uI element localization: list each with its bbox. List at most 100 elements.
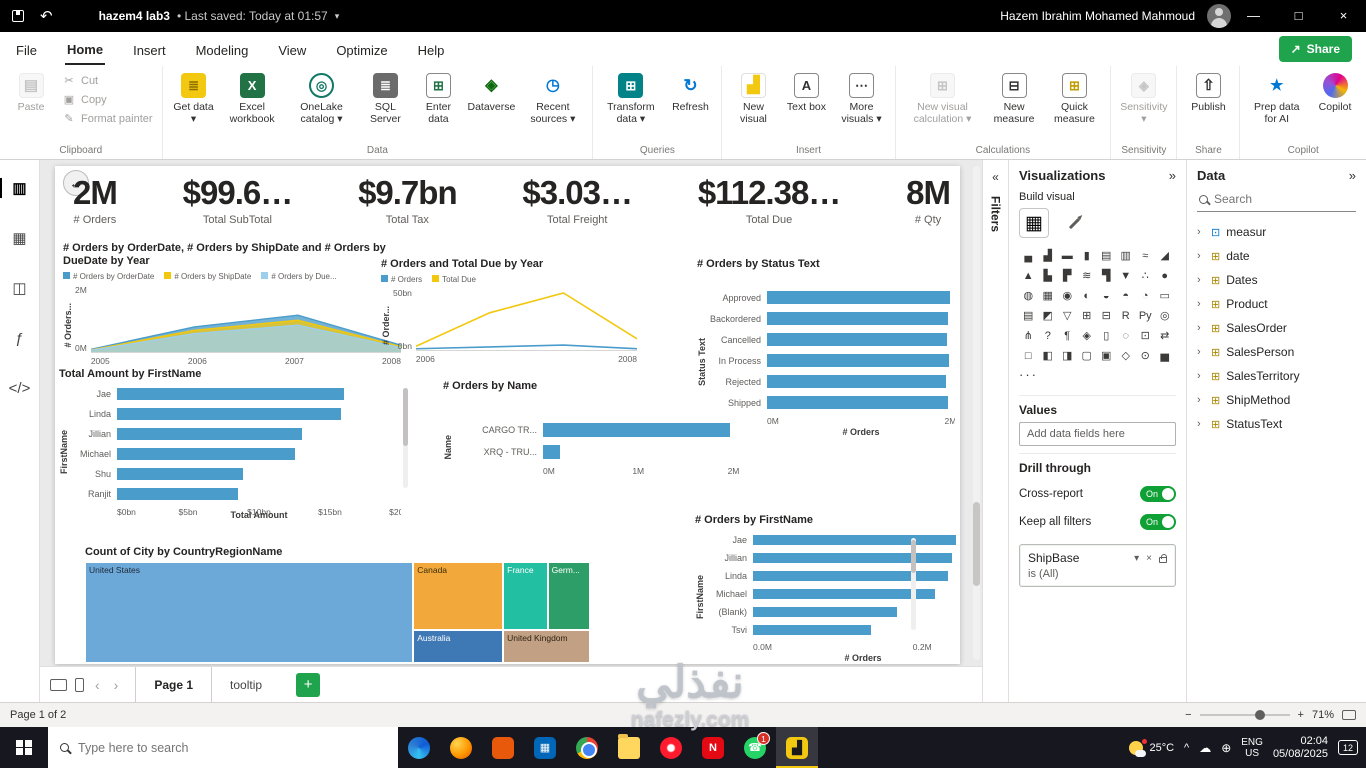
bar-segment[interactable]	[117, 448, 295, 460]
dax-query-view-icon[interactable]: ƒ	[6, 324, 34, 352]
next-page-icon[interactable]: ›	[111, 677, 122, 693]
city-by-country-treemap[interactable]: Count of City by CountryRegionNameUnited…	[85, 546, 590, 663]
kpi-card[interactable]: 2M # Orders	[73, 174, 117, 226]
prev-page-icon[interactable]: ‹	[92, 677, 103, 693]
onelake-catalog-button[interactable]: ◎ OneLake catalog ▾	[285, 70, 359, 128]
bar-segment[interactable]	[117, 408, 341, 420]
values-field-well[interactable]: Add data fields here	[1019, 422, 1176, 446]
bar-row[interactable]: Jillian	[707, 553, 973, 563]
fit-to-page-icon[interactable]	[1342, 710, 1356, 720]
expand-chevron-icon[interactable]: ›	[1197, 370, 1205, 382]
bar-segment[interactable]	[753, 607, 897, 617]
bar-row[interactable]: Jae	[71, 388, 401, 400]
Insert[interactable]: Insert	[131, 35, 168, 64]
kpi-card[interactable]: $99.6… Total SubTotal	[183, 174, 293, 226]
StatusText[interactable]: › ⊞ StatusText	[1197, 412, 1356, 436]
start-button[interactable]	[0, 727, 48, 768]
Dates[interactable]: › ⊞ Dates	[1197, 268, 1356, 292]
chrome-icon[interactable]	[566, 727, 608, 768]
legend-item[interactable]: # Orders	[381, 275, 422, 284]
legend-item[interactable]: # Orders by ShipDate	[164, 272, 251, 281]
100-stacked-column-chart-icon[interactable]: ▥	[1117, 246, 1136, 265]
azure-map-icon[interactable]: ◓	[1117, 286, 1136, 305]
total-amount-by-firstname-bar-chart[interactable]: Total Amount by FirstNameFirstNameJaeLin…	[59, 368, 401, 520]
SalesPerson[interactable]: › ⊞ SalesPerson	[1197, 340, 1356, 364]
line-chart-icon[interactable]: ≈	[1136, 246, 1155, 265]
treemap-cell[interactable]: France	[503, 562, 547, 630]
bar-row[interactable]: Approved	[709, 291, 955, 304]
collapse-visualizations-icon[interactable]: »	[1169, 168, 1176, 183]
shape-map-icon[interactable]: ◒	[1097, 286, 1116, 305]
Optimize[interactable]: Optimize	[334, 35, 389, 64]
donut-chart-icon[interactable]: ◍	[1019, 286, 1038, 305]
kpi-card[interactable]: $9.7bn Total Tax	[358, 174, 457, 226]
tmdl-view-icon[interactable]: </>	[6, 374, 34, 402]
Help[interactable]: Help	[416, 35, 447, 64]
treemap-cell[interactable]: United States	[85, 562, 413, 663]
bar-segment[interactable]	[753, 535, 956, 545]
bar-segment[interactable]	[767, 333, 947, 346]
bar-row[interactable]: XRQ - TRU...	[455, 445, 743, 459]
table-visual-icon[interactable]: ⊞	[1078, 306, 1097, 325]
bar-segment[interactable]	[117, 468, 243, 480]
line-stacked-column-chart-icon[interactable]: ▙	[1039, 266, 1058, 285]
bar-segment[interactable]	[767, 312, 948, 325]
calculator-icon[interactable]: ▦	[524, 727, 566, 768]
key-influencers-icon[interactable]: ◎	[1156, 306, 1175, 325]
enter-data-button[interactable]: ⊞ Enter data	[412, 70, 464, 128]
expand-filters-icon[interactable]: «	[992, 170, 999, 184]
avatar[interactable]	[1207, 4, 1231, 28]
file-explorer-icon[interactable]	[608, 727, 650, 768]
copilot-button[interactable]: Copilot	[1309, 70, 1361, 116]
bar-row[interactable]: Shu	[71, 468, 401, 480]
sql-server-button[interactable]: ≣ SQL Server	[359, 70, 411, 128]
paste-button[interactable]: ▤ Paste	[5, 70, 57, 116]
undo-icon[interactable]: ↶	[40, 7, 53, 25]
funnel-chart-icon[interactable]: ▼	[1117, 266, 1136, 285]
more-visuals-button[interactable]: ⋯ More visuals ▾	[833, 70, 889, 128]
whatsapp-icon[interactable]: ☎ 1	[734, 727, 776, 768]
sensitivity-button[interactable]: ◈ Sensitivity ▾	[1116, 70, 1171, 128]
python-visual-icon[interactable]: Py	[1136, 306, 1155, 325]
expand-chevron-icon[interactable]: ›	[1197, 346, 1205, 358]
filters-pane-collapsed[interactable]: « Filters	[982, 160, 1008, 702]
bar-segment[interactable]	[543, 445, 560, 459]
bar-segment[interactable]	[767, 291, 950, 304]
scatter-chart-icon[interactable]: ∴	[1136, 266, 1155, 285]
kpi-card[interactable]: $112.38… Total Due	[698, 174, 840, 226]
firefox-icon[interactable]	[440, 727, 482, 768]
network-icon[interactable]: ⊕	[1221, 741, 1231, 755]
buttons-icon[interactable]: ⊙	[1136, 346, 1155, 365]
copy-button[interactable]: ▣Copy	[58, 92, 157, 107]
stacked-column-chart-icon[interactable]: ▟	[1039, 246, 1058, 265]
card-icon[interactable]: ▭	[1156, 286, 1175, 305]
pie-chart-icon[interactable]: ●	[1156, 266, 1175, 285]
more-visual-options[interactable]: ···	[1019, 367, 1176, 382]
expand-chevron-icon[interactable]: ›	[1197, 298, 1205, 310]
paginated-report-icon[interactable]: ▯	[1097, 326, 1116, 345]
gauge-icon[interactable]: ◔	[1136, 286, 1155, 305]
expand-chevron-icon[interactable]: ›	[1197, 274, 1205, 286]
new-measure-button[interactable]: ⊟ New measure	[986, 70, 1043, 128]
onedrive-icon[interactable]: ☁	[1199, 741, 1211, 755]
area-chart-icon[interactable]: ◢	[1156, 246, 1175, 265]
format-painter-button[interactable]: ✎Format painter	[58, 111, 157, 126]
ribbon-chart-icon[interactable]: ≋	[1078, 266, 1097, 285]
clock[interactable]: 02:04 05/08/2025	[1273, 735, 1328, 761]
expand-chevron-icon[interactable]: ›	[1197, 394, 1205, 406]
prep-data-for-ai-button[interactable]: ★ Prep data for AI	[1245, 70, 1308, 128]
image-icon[interactable]: ▣	[1097, 346, 1116, 365]
cross-report-toggle[interactable]: On	[1140, 486, 1176, 502]
slicer-icon[interactable]: ▽	[1058, 306, 1077, 325]
zoom-slider[interactable]	[1200, 714, 1290, 716]
bar-segment[interactable]	[767, 354, 949, 367]
power-automate-icon[interactable]: ⇄	[1156, 326, 1175, 345]
mobile-view-icon[interactable]	[75, 678, 84, 692]
bar-row[interactable]: Cancelled	[709, 333, 955, 346]
waterfall-chart-icon[interactable]: ▜	[1097, 266, 1116, 285]
orders-by-firstname-chart-scrollbar[interactable]	[911, 538, 916, 630]
smart-narrative-icon[interactable]: ¶	[1058, 326, 1077, 345]
bar-row[interactable]: Linda	[707, 571, 973, 581]
clustered-bar-chart-icon[interactable]: ▬	[1058, 246, 1077, 265]
file-title[interactable]: hazem4 lab3 • Last saved: Today at 01:57…	[99, 9, 340, 23]
